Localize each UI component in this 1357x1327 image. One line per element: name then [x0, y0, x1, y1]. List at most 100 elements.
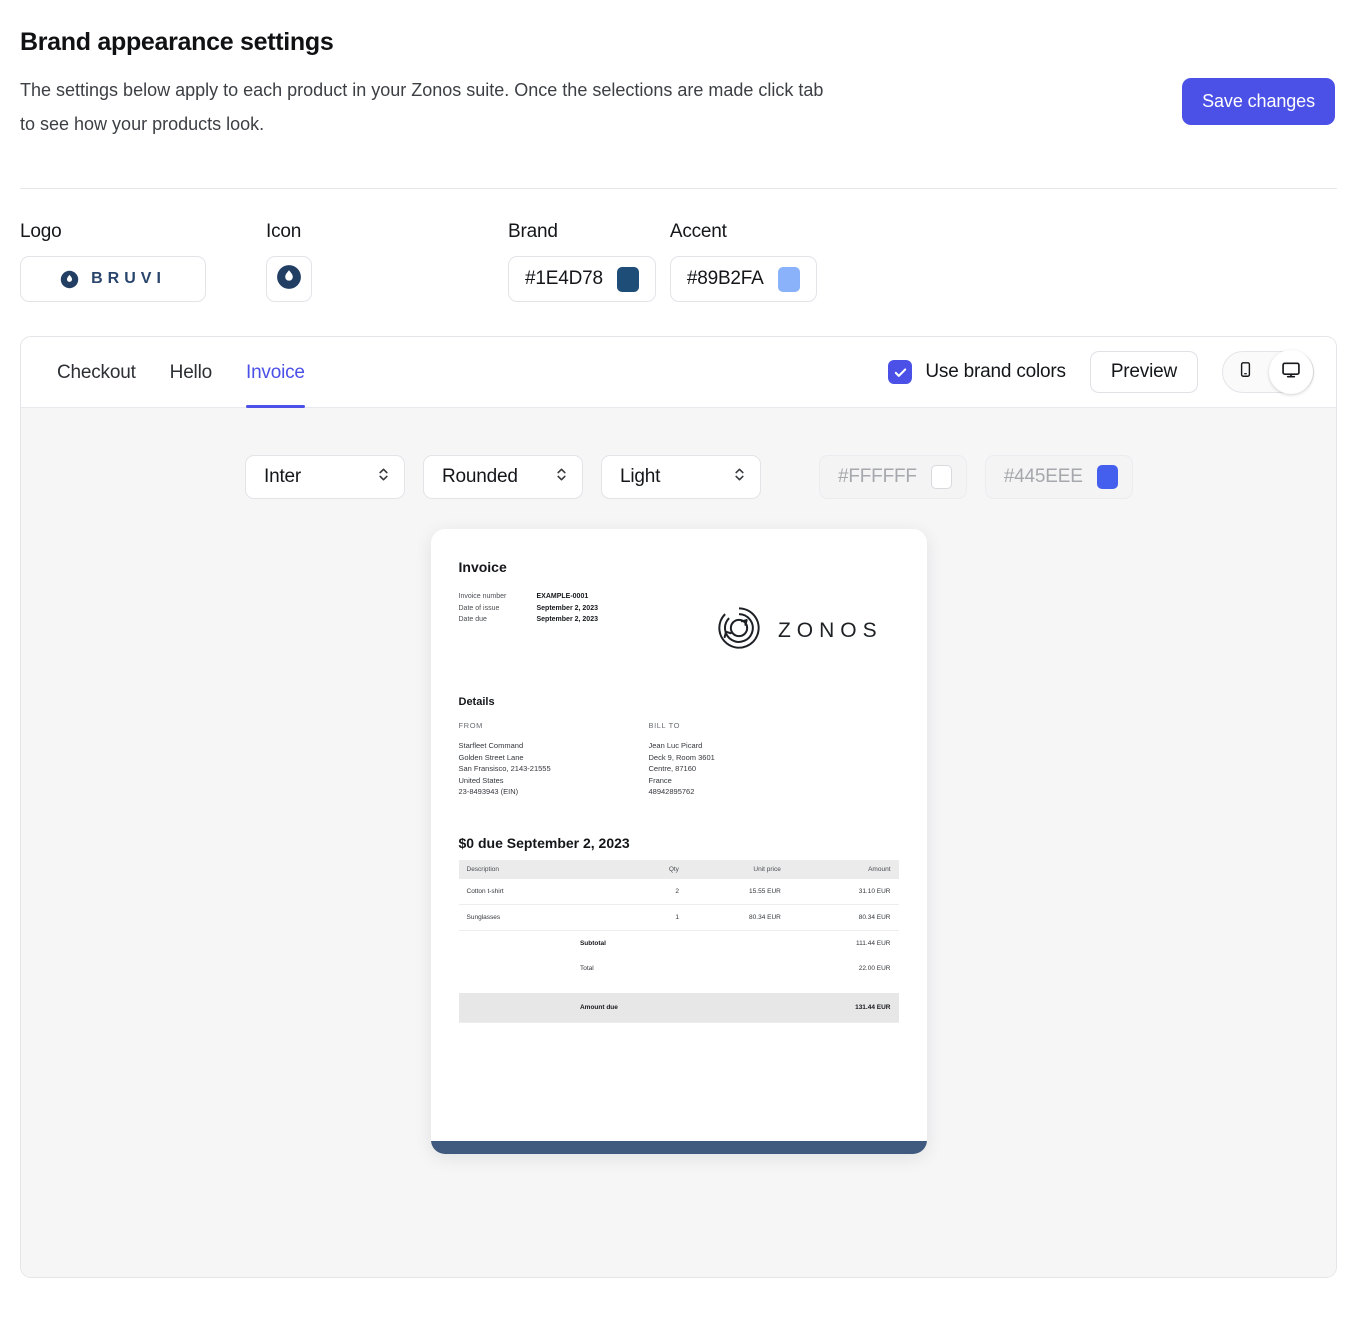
save-changes-button[interactable]: Save changes — [1182, 78, 1335, 125]
theme-select[interactable]: Light — [601, 455, 761, 499]
cell-amount: 31.10 EUR — [788, 878, 899, 905]
cell-qty: 2 — [571, 878, 687, 905]
logo-label: Logo — [20, 221, 62, 242]
total-row: Total 22.00 EUR — [459, 956, 899, 981]
meta-key: Date of issue — [458, 604, 500, 612]
chevron-updown-icon — [555, 466, 568, 488]
icon-preview-box[interactable] — [266, 256, 312, 302]
from-line: Starfleet Command — [458, 741, 524, 750]
mobile-device-option[interactable] — [1223, 351, 1268, 393]
table-header-row: Description Qty Unit price Amount — [458, 859, 899, 879]
page-description: The settings below apply to each product… — [20, 80, 824, 134]
bill-to-line: Deck 9, Room 3601 — [648, 752, 715, 762]
chevron-updown-icon — [733, 466, 746, 488]
logo-wordmark: BRUVI — [91, 270, 166, 287]
theme-value: Light — [620, 466, 661, 487]
invoice-content: Invoice Invoice number EXAMPLE-0001 Date… — [431, 529, 927, 1023]
meta-row: Date due September 2, 2023 — [459, 614, 598, 626]
chevron-updown-icon — [377, 466, 390, 488]
background-color-hex: #FFFFFF — [838, 466, 917, 487]
from-heading: FROM — [458, 721, 483, 730]
bill-to-line: France — [648, 775, 672, 785]
desktop-device-option[interactable] — [1268, 350, 1313, 394]
total-value: 22.00 EUR — [858, 964, 891, 972]
bill-to-column: BILL TO Jean Luc Picard Deck 9, Room 360… — [649, 721, 839, 798]
amount-due-label: Amount due — [571, 992, 687, 1023]
bill-to-line: Jean Luc Picard — [648, 741, 703, 750]
amount-due-row: Amount due 131.44 EUR — [458, 992, 899, 1023]
meta-value: EXAMPLE-0001 — [536, 593, 589, 600]
table-row: Cotton t-shirt 2 15.55 EUR 31.10 EUR — [458, 878, 899, 905]
cell-description: Sunglasses — [458, 904, 572, 931]
checkbox-checked-icon — [888, 360, 913, 384]
accent-color-field: Accent #89B2FA — [669, 221, 817, 302]
meta-key: Invoice number — [458, 593, 507, 600]
background-color-input: #FFFFFF — [819, 455, 967, 499]
from-line: United States — [458, 775, 504, 785]
from-line: 23-8493943 (EIN) — [458, 787, 519, 796]
col-description: Description — [458, 859, 572, 879]
bill-to-line: Centre, 87160 — [648, 764, 697, 773]
meta-row: Invoice number EXAMPLE-0001 — [459, 591, 598, 603]
invoice-meta: Invoice number EXAMPLE-0001 Date of issu… — [459, 591, 598, 656]
icon-field: Icon — [266, 221, 312, 302]
preview-button[interactable]: Preview — [1089, 351, 1198, 393]
total-label: Total — [579, 964, 594, 972]
font-family-select[interactable]: Inter — [245, 455, 405, 499]
accent-color-input[interactable]: #89B2FA — [669, 256, 817, 302]
preview-canvas: Inter Rounded Light #FFFFFF #445EEE Invo… — [21, 408, 1336, 1277]
page-header: Brand appearance settings The settings b… — [20, 0, 1337, 141]
droplet-icon — [60, 270, 79, 289]
tab-checkout[interactable]: Checkout — [57, 337, 136, 408]
subtotal-value: 111.44 EUR — [856, 939, 891, 947]
details-heading: Details — [458, 696, 495, 708]
use-brand-colors-checkbox[interactable]: Use brand colors — [888, 360, 1066, 384]
col-amount: Amount — [788, 859, 899, 879]
address-columns: FROM Starfleet Command Golden Street Lan… — [459, 721, 899, 798]
font-family-value: Inter — [264, 466, 302, 487]
corner-style-value: Rounded — [442, 466, 518, 487]
zonos-spiral-icon — [716, 605, 762, 656]
icon-label: Icon — [266, 221, 302, 242]
amount-due-value: 131.44 EUR — [788, 992, 899, 1023]
primary-color-input: #445EEE — [984, 455, 1133, 499]
logo-field: Logo BRUVI — [20, 221, 206, 302]
preview-panel: Checkout Hello Invoice Use brand colors … — [20, 336, 1337, 1278]
brand-color-hex: #1E4D78 — [525, 268, 603, 289]
brand-color-swatch[interactable] — [616, 266, 639, 292]
meta-value: September 2, 2023 — [536, 604, 598, 612]
cell-unit-price: 80.34 EUR — [686, 904, 789, 931]
from-column: FROM Starfleet Command Golden Street Lan… — [459, 721, 649, 798]
device-toggle[interactable] — [1222, 350, 1314, 394]
droplet-icon — [276, 264, 302, 295]
invoice-preview-card: Invoice Invoice number EXAMPLE-0001 Date… — [430, 529, 927, 1154]
logo-preview-box[interactable]: BRUVI — [20, 256, 206, 302]
invoice-line-items-table: Description Qty Unit price Amount Cotton… — [458, 859, 899, 1023]
brand-color-field: Brand #1E4D78 — [508, 221, 656, 302]
bill-to-line: 48942895762 — [648, 787, 695, 796]
subtotal-label: Subtotal — [579, 939, 606, 947]
background-color-swatch — [930, 465, 952, 489]
toolbar-right-group: Use brand colors Preview — [888, 350, 1314, 394]
corner-style-select[interactable]: Rounded — [423, 455, 583, 499]
preview-toolbar: Checkout Hello Invoice Use brand colors … — [21, 337, 1336, 408]
preview-tabs: Checkout Hello Invoice — [57, 337, 305, 408]
primary-color-swatch — [1096, 465, 1118, 489]
meta-value: September 2, 2023 — [536, 616, 598, 623]
tab-hello[interactable]: Hello — [170, 337, 213, 408]
accent-color-hex: #89B2FA — [686, 268, 764, 289]
desktop-monitor-icon — [1281, 360, 1301, 385]
primary-color-hex: #445EEE — [1003, 466, 1083, 487]
meta-row: Date of issue September 2, 2023 — [459, 603, 598, 615]
from-line: San Fransisco, 2143-21555 — [458, 764, 551, 773]
zonos-wordmark: ZONOS — [777, 618, 883, 642]
cell-description: Cotton t-shirt — [458, 878, 572, 905]
table-spacer-row — [459, 981, 899, 993]
subtotal-row: Subtotal 111.44 EUR — [459, 930, 899, 956]
brand-appearance-page: Brand appearance settings The settings b… — [0, 0, 1357, 1327]
brand-color-input[interactable]: #1E4D78 — [508, 256, 656, 302]
tab-invoice[interactable]: Invoice — [245, 337, 305, 408]
accent-color-swatch[interactable] — [777, 266, 800, 292]
use-brand-colors-label: Use brand colors — [925, 361, 1066, 382]
style-controls: Inter Rounded Light #FFFFFF #445EEE — [21, 408, 1336, 499]
